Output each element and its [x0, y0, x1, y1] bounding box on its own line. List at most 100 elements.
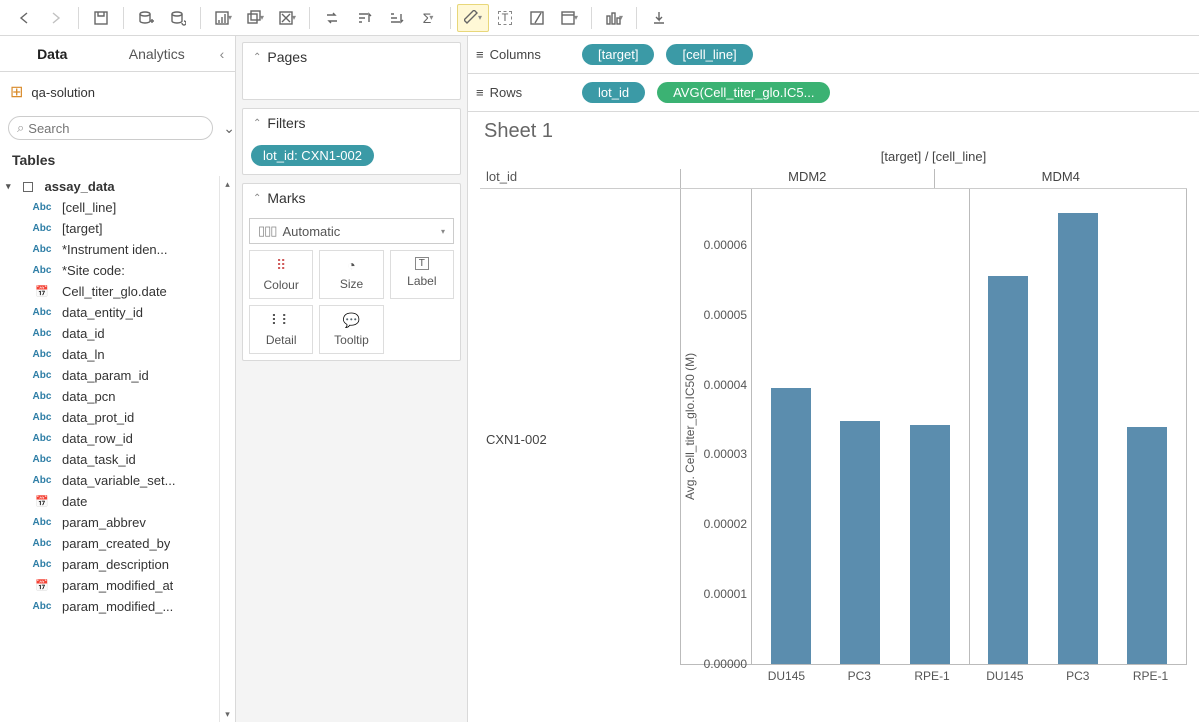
rows-shelf[interactable]: ≡Rows lot_id AVG(Cell_titer_glo.IC5...: [468, 74, 1199, 112]
row-pill-avg-ic50[interactable]: AVG(Cell_titer_glo.IC5...: [657, 82, 830, 103]
new-datasource-button[interactable]: [130, 4, 162, 32]
save-icon: [93, 10, 109, 26]
abc-type-icon: Abc: [30, 559, 54, 570]
chevron-down-icon: ▾: [441, 227, 445, 236]
abc-type-icon: Abc: [30, 412, 54, 423]
sort-asc-button[interactable]: [348, 4, 380, 32]
x-category-label: PC3: [1058, 665, 1098, 689]
field-row[interactable]: Cell_titer_glo.date: [0, 281, 235, 302]
highlight-button[interactable]: ▾: [457, 4, 489, 32]
label-icon: T: [415, 257, 429, 270]
field-row[interactable]: Abcdata_param_id: [0, 365, 235, 386]
database-refresh-icon: [170, 10, 186, 26]
field-row[interactable]: Abcdata_ln: [0, 344, 235, 365]
field-row[interactable]: Abc data_entity_id: [0, 302, 235, 323]
tab-data[interactable]: Data: [0, 38, 105, 70]
field-row[interactable]: Abcdata_pcn: [0, 386, 235, 407]
search-input-wrapper[interactable]: ⌕: [8, 116, 213, 140]
column-pill-target[interactable]: [target]: [582, 44, 654, 65]
field-row[interactable]: Abcparam_created_by: [0, 533, 235, 554]
refresh-datasource-button[interactable]: [162, 4, 194, 32]
filter-pill-lotid[interactable]: lot_id: CXN1-002: [251, 145, 374, 166]
date-type-icon: [30, 495, 54, 508]
field-name: param_abbrev: [62, 515, 146, 530]
columns-shelf[interactable]: ≡Columns [target] [cell_line]: [468, 36, 1199, 74]
datasource-name[interactable]: qa-solution: [31, 85, 95, 100]
date-type-icon: [30, 579, 54, 592]
text-icon: T: [498, 11, 513, 25]
back-button[interactable]: [8, 4, 40, 32]
abc-type-icon: Abc: [30, 307, 54, 318]
sort-desc-icon: [388, 10, 404, 26]
viz-pane: ≡Columns [target] [cell_line] ≡Rows lot_…: [468, 36, 1199, 722]
date-type-icon: [30, 285, 54, 298]
field-row[interactable]: param_modified_at: [0, 575, 235, 596]
text-label-button[interactable]: T: [489, 4, 521, 32]
sort-desc-button[interactable]: [380, 4, 412, 32]
field-row[interactable]: Abcdata_row_id: [0, 428, 235, 449]
mark-tooltip-button[interactable]: 💬Tooltip: [319, 305, 383, 354]
scroll-down-icon[interactable]: ▾: [220, 706, 235, 722]
mark-detail-button[interactable]: ⠇⠇Detail: [249, 305, 313, 354]
search-input[interactable]: [28, 121, 204, 136]
row-value-label: CXN1-002: [480, 189, 680, 689]
table-row[interactable]: ▾ assay_data: [0, 176, 235, 197]
bar[interactable]: [1127, 427, 1167, 665]
marks-type-select[interactable]: ▯▯▯Automatic ▾: [249, 218, 454, 244]
field-row[interactable]: Abc[target]: [0, 218, 235, 239]
fields-scrollbar[interactable]: ▴ ▾: [219, 176, 235, 722]
new-worksheet-button[interactable]: ▾: [207, 4, 239, 32]
field-row[interactable]: Abcdata_task_id: [0, 449, 235, 470]
tab-analytics[interactable]: Analytics: [105, 38, 210, 70]
field-row[interactable]: Abc[cell_line]: [0, 197, 235, 218]
field-row[interactable]: Abcparam_description: [0, 554, 235, 575]
database-plus-icon: [138, 10, 154, 26]
fit-button[interactable]: ▾: [553, 4, 585, 32]
data-pane: Data Analytics ‹ ⊞ qa-solution ⌕ ⌄ ≡ Tab…: [0, 36, 236, 722]
filters-header[interactable]: ⌃Filters: [243, 109, 460, 137]
field-row[interactable]: Abcdata_id: [0, 323, 235, 344]
y-axis-label: Avg. Cell_titer_glo.IC50 (M): [681, 189, 699, 664]
totals-button[interactable]: Σ▾: [412, 4, 444, 32]
format-button[interactable]: [521, 4, 553, 32]
column-pill-cellline[interactable]: [cell_line]: [666, 44, 752, 65]
show-me-button[interactable]: ▾: [598, 4, 630, 32]
field-row[interactable]: Abcparam_modified_...: [0, 596, 235, 617]
forward-button[interactable]: [40, 4, 72, 32]
mark-label-button[interactable]: TLabel: [390, 250, 454, 299]
field-row[interactable]: Abc*Instrument iden...: [0, 239, 235, 260]
bar[interactable]: [910, 425, 950, 664]
column-super-header: [target] / [cell_line]: [680, 149, 1187, 169]
clear-sheet-button[interactable]: ▾: [271, 4, 303, 32]
abc-type-icon: Abc: [30, 454, 54, 465]
field-row[interactable]: Abcparam_abbrev: [0, 512, 235, 533]
mark-colour-button[interactable]: ⠿Colour: [249, 250, 313, 299]
mark-size-button[interactable]: ◔Size: [319, 250, 383, 299]
collapse-pane-button[interactable]: ‹: [209, 46, 235, 62]
bar[interactable]: [840, 421, 880, 664]
scroll-up-icon[interactable]: ▴: [220, 176, 235, 192]
row-pill-lotid[interactable]: lot_id: [582, 82, 645, 103]
bar[interactable]: [988, 276, 1028, 664]
field-row[interactable]: Abc*Site code:: [0, 260, 235, 281]
field-name: param_modified_...: [62, 599, 173, 614]
marks-header[interactable]: ⌃Marks: [243, 184, 460, 212]
download-button[interactable]: [643, 4, 675, 32]
field-row[interactable]: date: [0, 491, 235, 512]
field-row[interactable]: Abcdata_variable_set...: [0, 470, 235, 491]
save-button[interactable]: [85, 4, 117, 32]
chart: lot_id CXN1-002 [target] / [cell_line] M…: [480, 149, 1187, 689]
pages-header[interactable]: ⌃Pages: [243, 43, 460, 71]
bar[interactable]: [771, 388, 811, 664]
column-header: MDM4: [934, 169, 1188, 188]
abc-type-icon: Abc: [30, 202, 54, 213]
sheet-title[interactable]: Sheet 1: [480, 120, 1187, 143]
duplicate-sheet-button[interactable]: ▾: [239, 4, 271, 32]
abc-type-icon: Abc: [30, 370, 54, 381]
swap-button[interactable]: [316, 4, 348, 32]
bar[interactable]: [1058, 213, 1098, 664]
field-row[interactable]: Abcdata_prot_id: [0, 407, 235, 428]
y-tick: 0.00002: [704, 517, 747, 531]
field-name: data_row_id: [62, 431, 133, 446]
field-name: data_entity_id: [62, 305, 143, 320]
